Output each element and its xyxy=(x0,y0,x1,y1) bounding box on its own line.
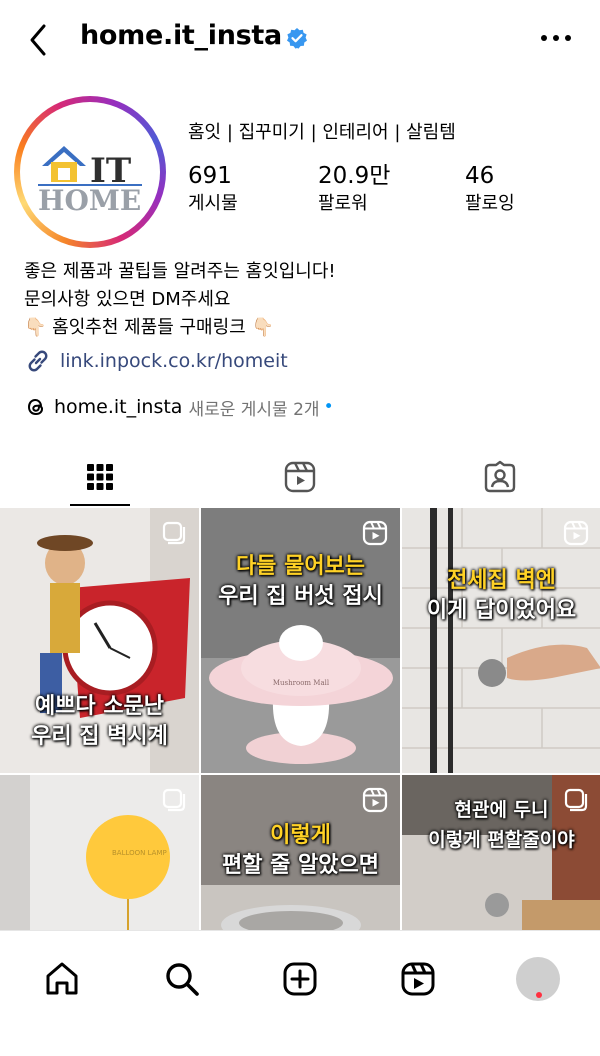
reels-icon xyxy=(362,787,388,813)
stat-posts-label: 게시물 xyxy=(188,193,238,214)
reels-icon xyxy=(401,962,435,996)
profile-avatar-ring[interactable]: IT HOME xyxy=(14,96,166,248)
verified-badge-icon xyxy=(287,28,307,49)
more-horizontal-icon xyxy=(541,35,571,41)
threads-icon xyxy=(27,398,44,416)
post-caption-line: 우리 집 벽시계 xyxy=(31,724,168,749)
post-caption-line: 예쁘다 소문난 xyxy=(34,694,165,719)
bio-line: 문의사항 있으면 DM주세요 xyxy=(24,289,231,310)
mushroom-plate-photo: Mushroom Mall xyxy=(201,508,400,773)
profile-tabs xyxy=(0,446,600,508)
bottom-navigation xyxy=(0,930,600,1056)
nav-reels-button[interactable] xyxy=(388,949,448,1009)
bio-line: 좋은 제품과 꿀팁들 알려주는 홈잇입니다! xyxy=(24,261,336,282)
nav-profile-button[interactable] xyxy=(508,949,568,1009)
grid-icon xyxy=(87,464,113,490)
post-caption-line: 편할 줄 알았으면 xyxy=(222,853,379,878)
home-icon xyxy=(46,962,78,995)
balloon-text: BALLOON LAMP xyxy=(112,849,167,857)
reels-icon xyxy=(362,520,388,546)
stat-followers-value: 20.9만 xyxy=(318,163,391,189)
nav-home-button[interactable] xyxy=(32,949,92,1009)
post-caption-line: 이게 답이었어요 xyxy=(426,598,577,623)
post-thumbnail[interactable]: 예쁘다 소문난 우리 집 벽시계 xyxy=(0,508,199,773)
stat-followers-label: 팔로워 xyxy=(318,193,368,214)
post-thumbnail[interactable]: 이렇게 편할 줄 알았으면 xyxy=(201,775,400,930)
post-thumbnail[interactable]: BALLOON LAMP xyxy=(0,775,199,930)
profile-avatar: IT HOME xyxy=(24,106,156,238)
post-caption: 이렇게 편할 줄 알았으면 xyxy=(201,821,400,881)
tab-tagged[interactable] xyxy=(400,446,600,508)
post-caption-line: 전세집 벽엔 xyxy=(447,568,556,593)
more-options-button[interactable] xyxy=(536,26,576,50)
notification-dot xyxy=(536,992,542,998)
home-it-logo: IT HOME xyxy=(38,146,142,217)
logo-text-home: HOME xyxy=(38,184,141,217)
link-icon xyxy=(28,350,48,372)
profile-header: home.it_insta xyxy=(0,0,600,80)
post-caption: 예쁘다 소문난 우리 집 벽시계 xyxy=(0,692,199,752)
threads-new-posts: 새로운 게시물 2개 xyxy=(188,399,320,420)
stat-following-label: 팔로잉 xyxy=(465,193,515,214)
bio-line: 👇🏻 홈잇추천 제품들 구매링크 👇🏻 xyxy=(24,317,274,338)
chevron-left-icon xyxy=(30,24,46,56)
tab-posts[interactable] xyxy=(0,446,200,508)
profile-link-text[interactable]: link.inpock.co.kr/homeit xyxy=(60,350,288,372)
reels-icon xyxy=(563,520,589,546)
post-thumbnail[interactable]: 현관에 두니 이렇게 편할줄이야 xyxy=(402,775,600,930)
reels-icon xyxy=(284,461,316,493)
stat-following[interactable]: 46 팔로잉 xyxy=(465,162,515,218)
post-caption-line: 현관에 두니 xyxy=(454,799,549,821)
profile-link[interactable]: link.inpock.co.kr/homeit xyxy=(24,346,288,376)
wall-hook-photo xyxy=(402,508,600,773)
threads-unread-dot: • xyxy=(323,397,334,417)
carousel-icon xyxy=(162,521,186,545)
post-thumbnail[interactable]: Mushroom Mall 다들 물어보는 우리 집 버섯 접시 xyxy=(201,508,400,773)
back-button[interactable] xyxy=(22,18,62,62)
threads-badge[interactable]: home.it_insta 새로운 게시물 2개 • xyxy=(24,393,334,421)
nav-search-button[interactable] xyxy=(152,949,212,1009)
posts-grid: 예쁘다 소문난 우리 집 벽시계 Mushroom Mall 다들 물어보는 우… xyxy=(0,508,600,930)
nav-create-button[interactable] xyxy=(270,949,330,1009)
stat-followers[interactable]: 20.9만 팔로워 xyxy=(318,162,390,218)
tagged-icon xyxy=(484,460,516,493)
post-caption: 다들 물어보는 우리 집 버섯 접시 xyxy=(201,552,400,612)
active-tab-indicator xyxy=(70,504,130,506)
post-thumbnail[interactable]: 전세집 벽엔 이게 답이었어요 xyxy=(402,508,600,773)
post-caption-line: 이렇게 편할줄이야 xyxy=(428,829,575,851)
page-title: home.it_insta xyxy=(80,20,282,51)
post-caption-line: 이렇게 xyxy=(270,823,331,848)
plate-brand-text: Mushroom Mall xyxy=(273,679,330,687)
search-icon xyxy=(166,963,199,996)
carousel-icon xyxy=(162,788,186,812)
post-caption: 전세집 벽엔 이게 답이었어요 xyxy=(402,566,600,626)
create-icon xyxy=(283,962,317,996)
profile-bio: 좋은 제품과 꿀팁들 알려주는 홈잇입니다! 문의사항 있으면 DM주세요 👇🏻… xyxy=(24,258,336,342)
stat-posts[interactable]: 691 게시물 xyxy=(188,162,238,218)
threads-username: home.it_insta xyxy=(54,396,183,418)
post-caption-line: 우리 집 버섯 접시 xyxy=(218,584,383,609)
stat-following-value: 46 xyxy=(465,163,495,189)
profile-category: 홈잇 | 집꾸미기 | 인테리어 | 살림템 xyxy=(188,122,456,143)
post-caption-line: 다들 물어보는 xyxy=(235,554,366,579)
post-caption: 현관에 두니 이렇게 편할줄이야 xyxy=(402,795,600,855)
tab-reels[interactable] xyxy=(200,446,400,508)
stat-posts-value: 691 xyxy=(188,163,232,189)
